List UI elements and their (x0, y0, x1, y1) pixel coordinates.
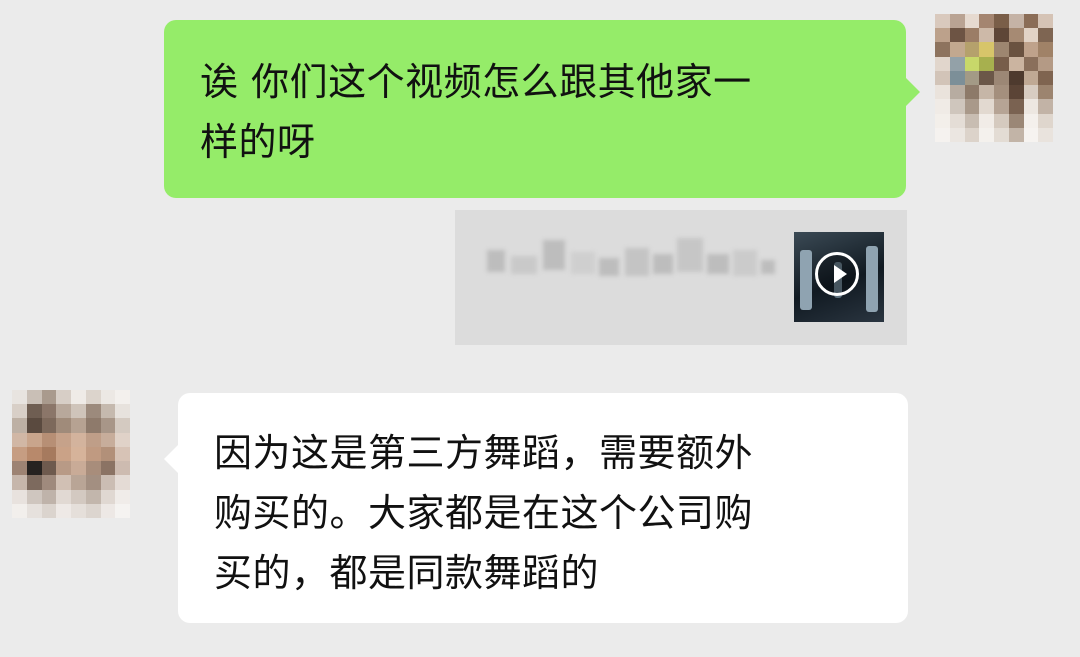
message-text-line: 样的呀 (200, 120, 316, 164)
message-text-line: 买的，都是同款舞蹈的 (214, 551, 600, 595)
received-message-bubble[interactable]: 因为这是第三方舞蹈，需要额外 购买的。大家都是在这个公司购 买的，都是同款舞蹈的 (164, 393, 908, 623)
sent-message-bubble[interactable]: 诶 你们这个视频怎么跟其他家一 样的呀 (164, 20, 920, 198)
video-thumbnail[interactable] (794, 232, 884, 322)
contact-avatar[interactable] (12, 390, 130, 518)
self-avatar[interactable] (935, 14, 1053, 142)
shared-video-card[interactable] (455, 210, 907, 345)
message-text-line: 因为这是第三方舞蹈，需要额外 (214, 431, 754, 475)
blurred-video-title (487, 232, 777, 292)
play-icon[interactable] (815, 252, 859, 296)
message-text-line: 购买的。大家都是在这个公司购 (214, 491, 754, 535)
message-text-line: 诶 你们这个视频怎么跟其他家一 (200, 60, 752, 104)
